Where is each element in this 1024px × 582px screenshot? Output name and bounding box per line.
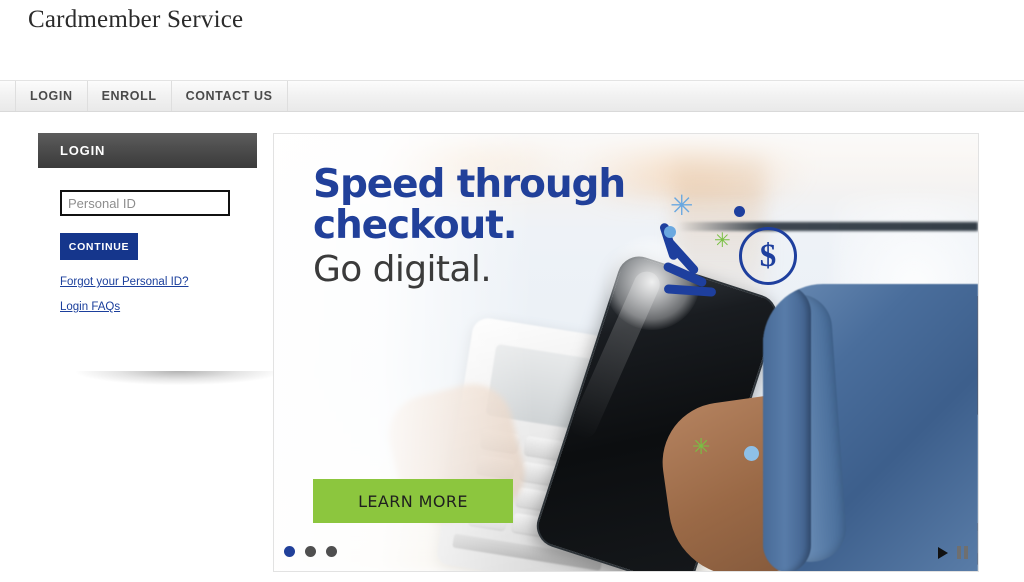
personal-id-input[interactable] <box>60 190 230 216</box>
login-faqs-link[interactable]: Login FAQs <box>60 301 257 313</box>
nav-item-enroll[interactable]: ENROLL <box>88 81 172 111</box>
hero-text-block: Speed through checkout. Go digital. <box>313 162 626 290</box>
forgot-personal-id-link[interactable]: Forgot your Personal ID? <box>60 276 257 288</box>
carousel-dot-1[interactable] <box>284 546 295 557</box>
page-content: LOGIN CONTINUE Forgot your Personal ID? … <box>0 113 1024 582</box>
hero-subheadline: Go digital. <box>313 248 492 290</box>
login-panel: LOGIN CONTINUE Forgot your Personal ID? … <box>38 133 281 385</box>
carousel-dot-2[interactable] <box>305 546 316 557</box>
hero-carousel[interactable]: $ ✳ ✳ ✳ Speed through checkout. Go digit… <box>273 133 979 572</box>
denim-sleeve <box>763 284 978 571</box>
site-header: Cardmember Service <box>0 0 1024 78</box>
carousel-transport-controls <box>938 546 968 559</box>
nav-item-contact-us[interactable]: CONTACT US <box>172 81 288 111</box>
denim-cuff <box>763 291 849 565</box>
brand-title: Cardmember Service <box>28 6 244 33</box>
main-navigation: LOGIN ENROLL CONTACT US <box>0 80 1024 112</box>
pause-bar-right <box>964 546 968 559</box>
learn-more-button[interactable]: LEARN MORE <box>313 479 513 523</box>
hero-headline: Speed through checkout. <box>313 162 626 249</box>
nav-item-login[interactable]: LOGIN <box>16 81 88 111</box>
play-icon[interactable] <box>938 546 948 559</box>
nav-left-spacer <box>0 81 16 111</box>
login-panel-header: LOGIN <box>38 133 257 168</box>
login-panel-body: CONTINUE Forgot your Personal ID? Login … <box>38 168 257 313</box>
background-dark-rail <box>678 222 978 231</box>
pause-icon[interactable] <box>957 546 968 559</box>
continue-button[interactable]: CONTINUE <box>60 233 138 260</box>
hero-stage: $ ✳ ✳ ✳ Speed through checkout. Go digit… <box>274 134 978 571</box>
panel-shadow-divider <box>76 371 281 385</box>
login-panel-title: LOGIN <box>60 143 106 158</box>
carousel-dot-3[interactable] <box>326 546 337 557</box>
carousel-pagination <box>284 546 337 557</box>
pause-bar-left <box>957 546 961 559</box>
